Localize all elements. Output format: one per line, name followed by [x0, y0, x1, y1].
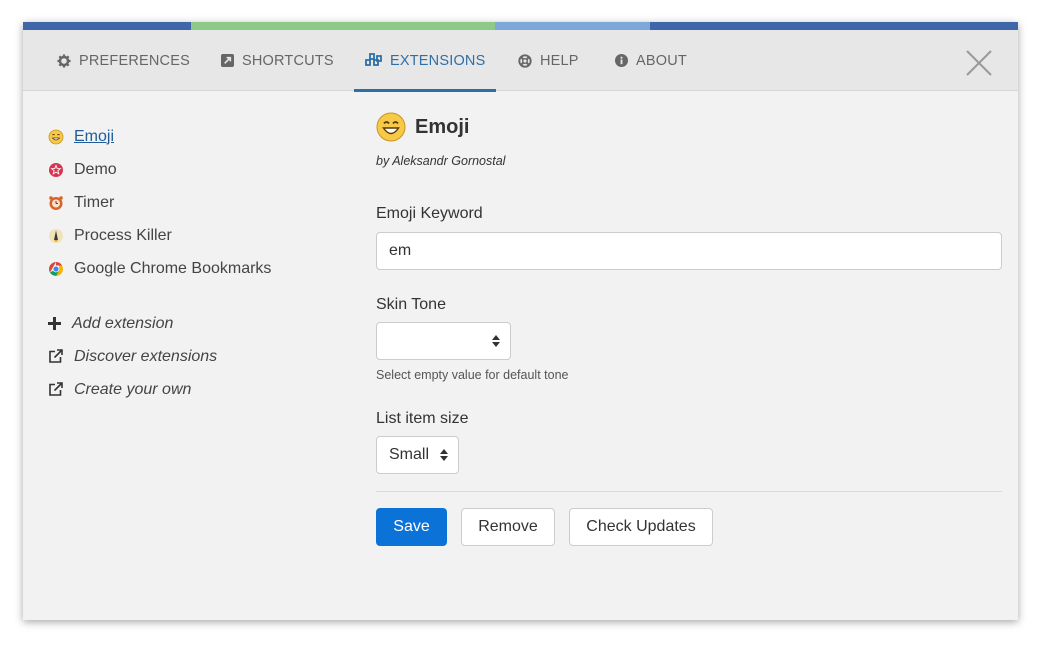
emoji-keyword-label: Emoji Keyword	[376, 205, 483, 222]
add-extension-link[interactable]: Add extension	[48, 307, 348, 340]
life-ring-icon	[518, 53, 532, 68]
tab-extensions[interactable]: EXTENSIONS	[353, 30, 497, 92]
sidebar-item-label: Google Chrome Bookmarks	[74, 259, 272, 277]
extension-author: by Aleksandr Gornostal	[376, 154, 506, 168]
extensions-sidebar: Emoji Demo Timer Process Killer Google C…	[48, 120, 348, 406]
info-icon	[615, 54, 628, 67]
select-arrows-icon	[492, 335, 500, 347]
action-label: Discover extensions	[74, 347, 218, 365]
check-updates-button[interactable]: Check Updates	[569, 508, 713, 546]
list-item-size-select[interactable]: Small	[376, 436, 459, 474]
tab-about[interactable]: ABOUT	[615, 30, 687, 91]
demo-icon	[48, 162, 64, 178]
sidebar-item-timer[interactable]: Timer	[48, 186, 348, 219]
discover-extensions-link[interactable]: Discover extensions	[48, 340, 348, 373]
close-button[interactable]	[966, 50, 992, 76]
plus-icon	[48, 317, 61, 330]
close-icon	[966, 50, 992, 76]
external-link-icon	[49, 382, 63, 396]
timer-icon	[48, 195, 64, 211]
skin-tone-help-text: Select empty value for default tone	[376, 368, 569, 382]
window-top-bar	[23, 22, 1018, 30]
gear-icon	[57, 53, 71, 68]
shortcut-icon	[221, 54, 234, 67]
select-arrows-icon	[440, 449, 448, 461]
form-divider	[376, 491, 1002, 492]
emoji-icon	[376, 112, 406, 142]
tab-bar: PREFERENCES SHORTCUTS EXTENSIONS HELP AB…	[23, 30, 1018, 92]
extension-title: Emoji	[415, 115, 470, 138]
sidebar-item-emoji[interactable]: Emoji	[48, 120, 348, 153]
extension-settings-panel: Emoji by Aleksandr Gornostal Emoji Keywo…	[376, 110, 1002, 546]
tab-about-label: ABOUT	[636, 52, 687, 69]
external-link-icon	[49, 349, 63, 363]
sidebar-item-label: Timer	[74, 193, 115, 211]
skin-tone-select[interactable]	[376, 322, 511, 360]
process-killer-icon	[48, 228, 64, 244]
preferences-window: PREFERENCES SHORTCUTS EXTENSIONS HELP AB…	[23, 22, 1018, 620]
emoji-icon	[48, 129, 64, 145]
remove-button[interactable]: Remove	[461, 508, 555, 546]
list-item-size-value: Small	[389, 446, 430, 463]
list-item-size-label: List item size	[376, 410, 469, 427]
sidebar-item-label: Emoji	[74, 127, 115, 145]
sidebar-item-demo[interactable]: Demo	[48, 153, 348, 186]
tab-shortcuts-label: SHORTCUTS	[242, 52, 334, 69]
tab-preferences[interactable]: PREFERENCES	[57, 30, 190, 91]
tab-help-label: HELP	[540, 52, 579, 69]
sidebar-item-label: Demo	[74, 160, 117, 178]
form-buttons: Save Remove Check Updates	[376, 508, 1002, 546]
create-your-own-link[interactable]: Create your own	[48, 373, 348, 406]
sidebar-item-process-killer[interactable]: Process Killer	[48, 219, 348, 252]
tab-help[interactable]: HELP	[518, 30, 579, 91]
save-button[interactable]: Save	[376, 508, 447, 546]
action-label: Add extension	[72, 314, 174, 332]
tab-preferences-label: PREFERENCES	[79, 52, 190, 69]
sidebar-item-label: Process Killer	[74, 226, 172, 244]
tab-shortcuts[interactable]: SHORTCUTS	[221, 30, 334, 91]
tab-extensions-label: EXTENSIONS	[390, 52, 486, 69]
cubes-icon	[365, 53, 382, 66]
extension-header: Emoji	[376, 110, 1002, 144]
action-label: Create your own	[74, 380, 192, 398]
emoji-keyword-input[interactable]	[376, 232, 1002, 270]
chrome-icon	[48, 261, 64, 277]
sidebar-item-chrome-bookmarks[interactable]: Google Chrome Bookmarks	[48, 252, 348, 285]
skin-tone-label: Skin Tone	[376, 296, 446, 313]
